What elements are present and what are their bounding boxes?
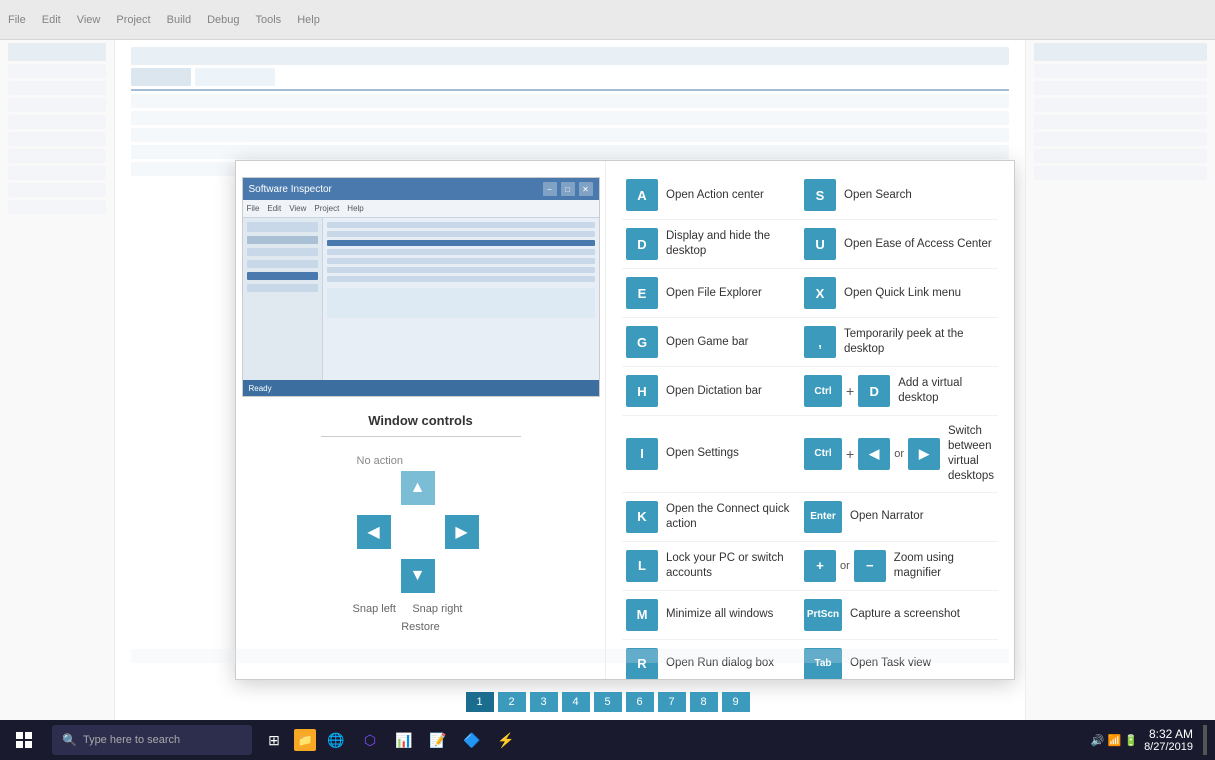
- shortcut-desc: Zoom using magnifier: [894, 551, 994, 581]
- taskbar-clock: 8:32 AM 8/27/2019: [1144, 727, 1193, 753]
- shortcut-desc: Open Game bar: [666, 335, 748, 350]
- explorer-icon[interactable]: 📁: [294, 729, 316, 751]
- shortcut-desc: Open Ease of Access Center: [844, 237, 992, 252]
- snap-right-button[interactable]: ▶: [445, 515, 479, 549]
- shortcut-desc: Open Quick Link menu: [844, 286, 961, 301]
- taskbar-right: 🔊 📶 🔋 8:32 AM 8/27/2019: [1091, 725, 1215, 755]
- taskbar-search[interactable]: 🔍 Type here to search: [52, 725, 252, 755]
- start-button[interactable]: [0, 720, 48, 760]
- right-panel: [1025, 40, 1215, 720]
- shortcut-item: MMinimize all windows: [622, 591, 800, 640]
- shortcut-item: DDisplay and hide the desktop: [622, 220, 800, 269]
- shortcut-item: LLock your PC or switch accounts: [622, 542, 800, 591]
- page-indicator-7[interactable]: 7: [658, 692, 686, 712]
- search-icon: 🔍: [62, 733, 77, 747]
- left-panel: [0, 40, 115, 720]
- app4-icon[interactable]: ⚡: [492, 726, 520, 754]
- page-indicator-9[interactable]: 9: [722, 692, 750, 712]
- snap-left-label: Snap left: [353, 603, 396, 615]
- snap-left-button[interactable]: ◀: [357, 515, 391, 549]
- page-indicator-1[interactable]: 1: [466, 692, 494, 712]
- app3-icon[interactable]: 🔷: [458, 726, 486, 754]
- shortcut-desc: Minimize all windows: [666, 607, 773, 622]
- snap-right-label: Snap right: [412, 603, 462, 615]
- page-indicators: 123456789: [466, 692, 750, 712]
- snap-down-button[interactable]: ▼: [401, 559, 435, 593]
- page-indicator-8[interactable]: 8: [690, 692, 718, 712]
- page-indicator-2[interactable]: 2: [498, 692, 526, 712]
- search-placeholder: Type here to search: [83, 734, 180, 746]
- main-content: Software Inspector − □ ✕ File Edit View …: [0, 40, 1215, 720]
- taskbar: 🔍 Type here to search ⊞ 📁 🌐 ⬡ 📊 📝 🔷 ⚡ 🔊 …: [0, 720, 1215, 760]
- shortcut-item: SOpen Search: [800, 171, 998, 220]
- shortcut-desc: Open Settings: [666, 446, 739, 461]
- shortcut-desc: Open Action center: [666, 188, 764, 203]
- shortcut-item: GOpen Game bar: [622, 318, 800, 367]
- taskbar-icons: ⊞ 📁 🌐 ⬡ 📊 📝 🔷 ⚡: [260, 726, 520, 754]
- show-desktop-button[interactable]: [1203, 725, 1207, 755]
- tooltip-popup: Software Inspector − □ ✕ File Edit View …: [235, 160, 1015, 680]
- shortcut-desc: Capture a screenshot: [850, 607, 960, 622]
- shortcut-item: HOpen Dictation bar: [622, 367, 800, 416]
- page-indicator-3[interactable]: 3: [530, 692, 558, 712]
- app2-icon[interactable]: 📝: [424, 726, 452, 754]
- system-icons: 🔊 📶 🔋: [1091, 734, 1138, 747]
- top-bar: File Edit View Project Build Debug Tools…: [0, 0, 1215, 40]
- shortcut-desc: Open File Explorer: [666, 286, 762, 301]
- no-action-label: No action: [357, 455, 403, 467]
- window-controls-title: Window controls: [368, 413, 473, 428]
- snap-up-button[interactable]: ▲: [401, 471, 435, 505]
- shortcut-desc: Temporarily peek at the desktop: [844, 327, 994, 357]
- shortcut-item: XOpen Quick Link menu: [800, 269, 998, 318]
- shortcut-desc: Add a virtual desktop: [898, 376, 994, 406]
- page-indicator-4[interactable]: 4: [562, 692, 590, 712]
- shortcut-desc: Display and hide the desktop: [666, 229, 796, 259]
- shortcut-desc: Lock your PC or switch accounts: [666, 551, 796, 581]
- shortcut-desc: Open Narrator: [850, 509, 924, 524]
- shortcuts-section: AOpen Action centerSOpen SearchDDisplay …: [606, 161, 1014, 679]
- task-view-icon[interactable]: ⊞: [260, 726, 288, 754]
- restore-label: Restore: [401, 621, 440, 633]
- vs-icon[interactable]: ⬡: [356, 726, 384, 754]
- shortcut-item: PrtScnCapture a screenshot: [800, 591, 998, 640]
- page-indicator-5[interactable]: 5: [594, 692, 622, 712]
- shortcut-item: EOpen File Explorer: [622, 269, 800, 318]
- window-preview: Software Inspector − □ ✕ File Edit View …: [242, 177, 600, 397]
- shortcut-desc: Open Search: [844, 188, 912, 203]
- page-indicator-6[interactable]: 6: [626, 692, 654, 712]
- shortcut-item: KOpen the Connect quick action: [622, 493, 800, 542]
- shortcut-item: ,Temporarily peek at the desktop: [800, 318, 998, 367]
- shortcut-desc: Open the Connect quick action: [666, 502, 796, 532]
- shortcut-item: +or−Zoom using magnifier: [800, 542, 998, 591]
- shortcut-item: IOpen Settings: [622, 416, 800, 493]
- shortcut-item: Ctrl+DAdd a virtual desktop: [800, 367, 998, 416]
- window-preview-section: Software Inspector − □ ✕ File Edit View …: [236, 161, 606, 679]
- center-content: Software Inspector − □ ✕ File Edit View …: [115, 40, 1025, 720]
- shortcut-desc: Open Dictation bar: [666, 384, 762, 399]
- app1-icon[interactable]: 📊: [390, 726, 418, 754]
- shortcut-desc: Switch between virtual desktops: [948, 424, 994, 484]
- shortcut-item: AOpen Action center: [622, 171, 800, 220]
- edge-icon[interactable]: 🌐: [322, 726, 350, 754]
- shortcut-item: UOpen Ease of Access Center: [800, 220, 998, 269]
- shortcut-item: EnterOpen Narrator: [800, 493, 998, 542]
- shortcut-item: Ctrl+◀or▶Switch between virtual desktops: [800, 416, 998, 493]
